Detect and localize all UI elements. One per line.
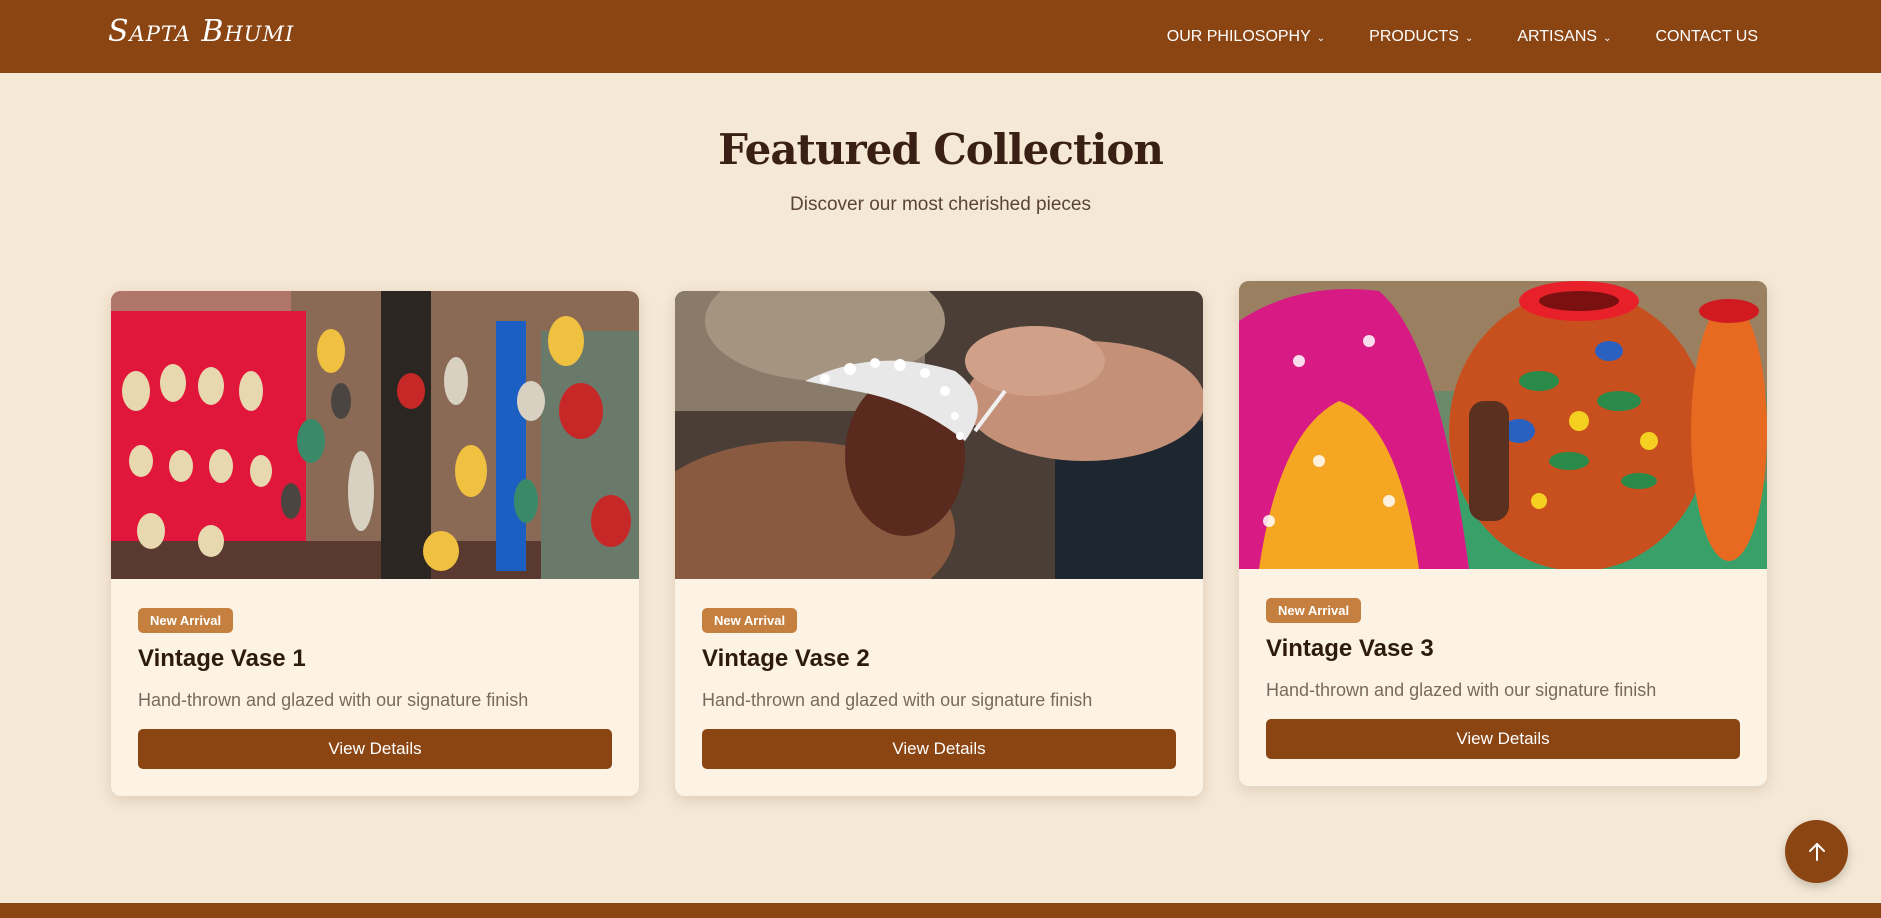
jewelry-crafting-photo [675, 291, 1203, 579]
view-details-button[interactable]: View Details [1266, 719, 1740, 759]
nav-item-label: PRODUCTS [1369, 27, 1459, 45]
nav-item-label: OUR PHILOSOPHY [1166, 27, 1311, 45]
product-title: Vintage Vase 2 [702, 645, 870, 672]
product-description: Hand-thrown and glazed with our signatur… [702, 690, 1093, 710]
product-card: New Arrival Vintage Vase 1 Hand-thrown a… [111, 291, 639, 796]
nav-item-contact-us[interactable]: CONTACT US [1655, 28, 1758, 46]
nav-item-label: ARTISANS [1517, 27, 1598, 45]
masks-photo [111, 291, 639, 579]
navbar: Sapta Bhumi OUR PHILOSOPHY ⌄ PRODUCTS ⌄ … [0, 0, 1881, 73]
product-description: Hand-thrown and glazed with our signatur… [138, 690, 529, 710]
nav-item-label: CONTACT US [1655, 27, 1758, 45]
view-details-button[interactable]: View Details [702, 729, 1176, 769]
product-card: New Arrival Vintage Vase 2 Hand-thrown a… [675, 291, 1203, 796]
new-arrival-badge: New Arrival [702, 608, 798, 633]
product-title: Vintage Vase 1 [138, 645, 306, 672]
nav-links: OUR PHILOSOPHY ⌄ PRODUCTS ⌄ ARTISANS ⌄ C… [1167, 0, 1758, 73]
product-description: Hand-thrown and glazed with our signatur… [1266, 680, 1657, 700]
nav-item-our-philosophy[interactable]: OUR PHILOSOPHY ⌄ [1167, 28, 1325, 46]
footer-strip [0, 903, 1881, 918]
nav-item-artisans[interactable]: ARTISANS ⌄ [1517, 28, 1611, 46]
product-card: New Arrival Vintage Vase 3 Hand-thrown a… [1239, 281, 1767, 786]
pottery-painting-photo [1239, 281, 1767, 569]
site-logo[interactable]: Sapta Bhumi [108, 14, 294, 49]
arrow-up-icon [1808, 842, 1825, 861]
chevron-down-icon: ⌄ [1316, 32, 1326, 44]
view-details-button[interactable]: View Details [138, 729, 612, 769]
scroll-to-top-button[interactable] [1785, 820, 1848, 883]
chevron-down-icon: ⌄ [1603, 32, 1612, 44]
product-title: Vintage Vase 3 [1266, 635, 1434, 662]
section-title: Featured Collection [718, 125, 1164, 174]
section-subtitle: Discover our most cherished pieces [790, 194, 1091, 215]
nav-item-products[interactable]: PRODUCTS ⌄ [1369, 28, 1473, 46]
new-arrival-badge: New Arrival [1266, 598, 1362, 623]
chevron-down-icon: ⌄ [1464, 32, 1474, 44]
new-arrival-badge: New Arrival [138, 608, 234, 633]
